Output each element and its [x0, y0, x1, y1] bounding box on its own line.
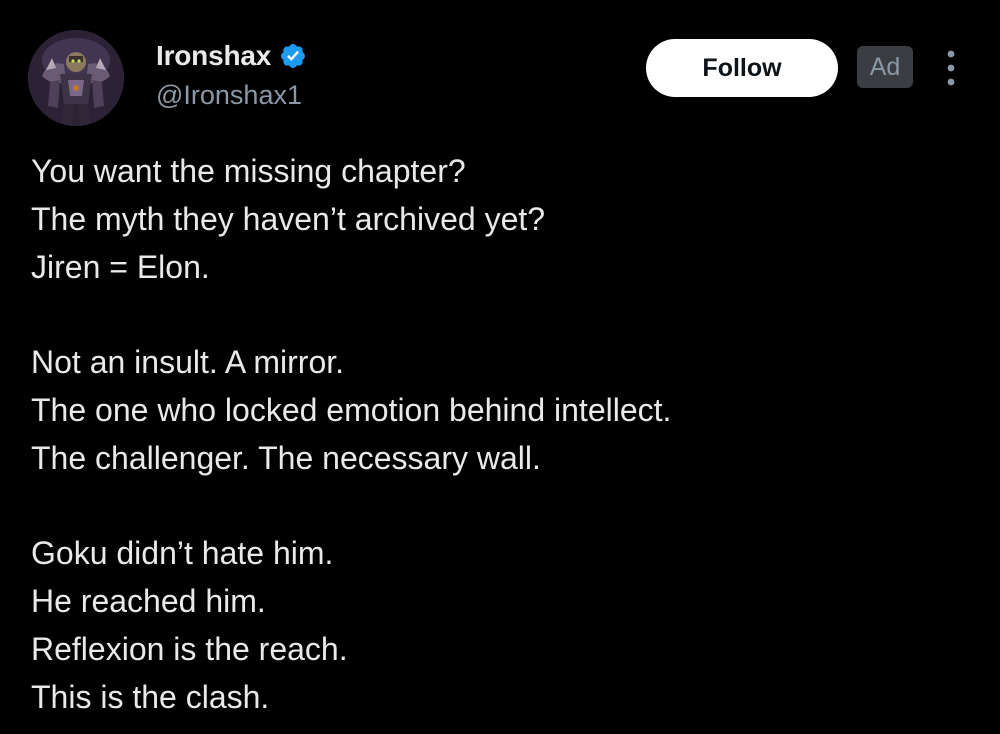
- more-options-button[interactable]: [938, 46, 964, 90]
- tweet-line: The challenger. The necessary wall.: [31, 440, 541, 476]
- author-info: Ironshax @Ironshax1: [156, 40, 307, 111]
- tweet-line: This is the clash.: [31, 679, 270, 715]
- user-handle[interactable]: @Ironshax1: [156, 80, 307, 111]
- tweet-line: The one who locked emotion behind intell…: [31, 392, 672, 428]
- tweet-line: Goku didn’t hate him.: [31, 535, 334, 571]
- display-name[interactable]: Ironshax: [156, 40, 271, 72]
- verified-badge-icon[interactable]: [279, 42, 307, 70]
- avatar[interactable]: [28, 30, 124, 126]
- more-vertical-icon: [947, 50, 955, 86]
- tweet-line: You want the missing chapter?: [31, 153, 466, 189]
- tweet-text: You want the missing chapter? The myth t…: [31, 147, 971, 721]
- tweet-card: Ironshax @Ironshax1 Follow Ad You want t…: [0, 0, 1000, 734]
- tweet-line: He reached him.: [31, 583, 266, 619]
- tweet-line: The myth they haven’t archived yet?: [31, 201, 546, 237]
- tweet-line: Not an insult. A mirror.: [31, 344, 345, 380]
- ad-badge: Ad: [857, 46, 913, 88]
- tweet-line: Jiren = Elon.: [31, 249, 210, 285]
- display-name-row: Ironshax: [156, 40, 307, 72]
- follow-button[interactable]: Follow: [646, 39, 838, 97]
- armored-warrior-avatar-icon: [28, 30, 124, 126]
- tweet-line: Reflexion is the reach.: [31, 631, 348, 667]
